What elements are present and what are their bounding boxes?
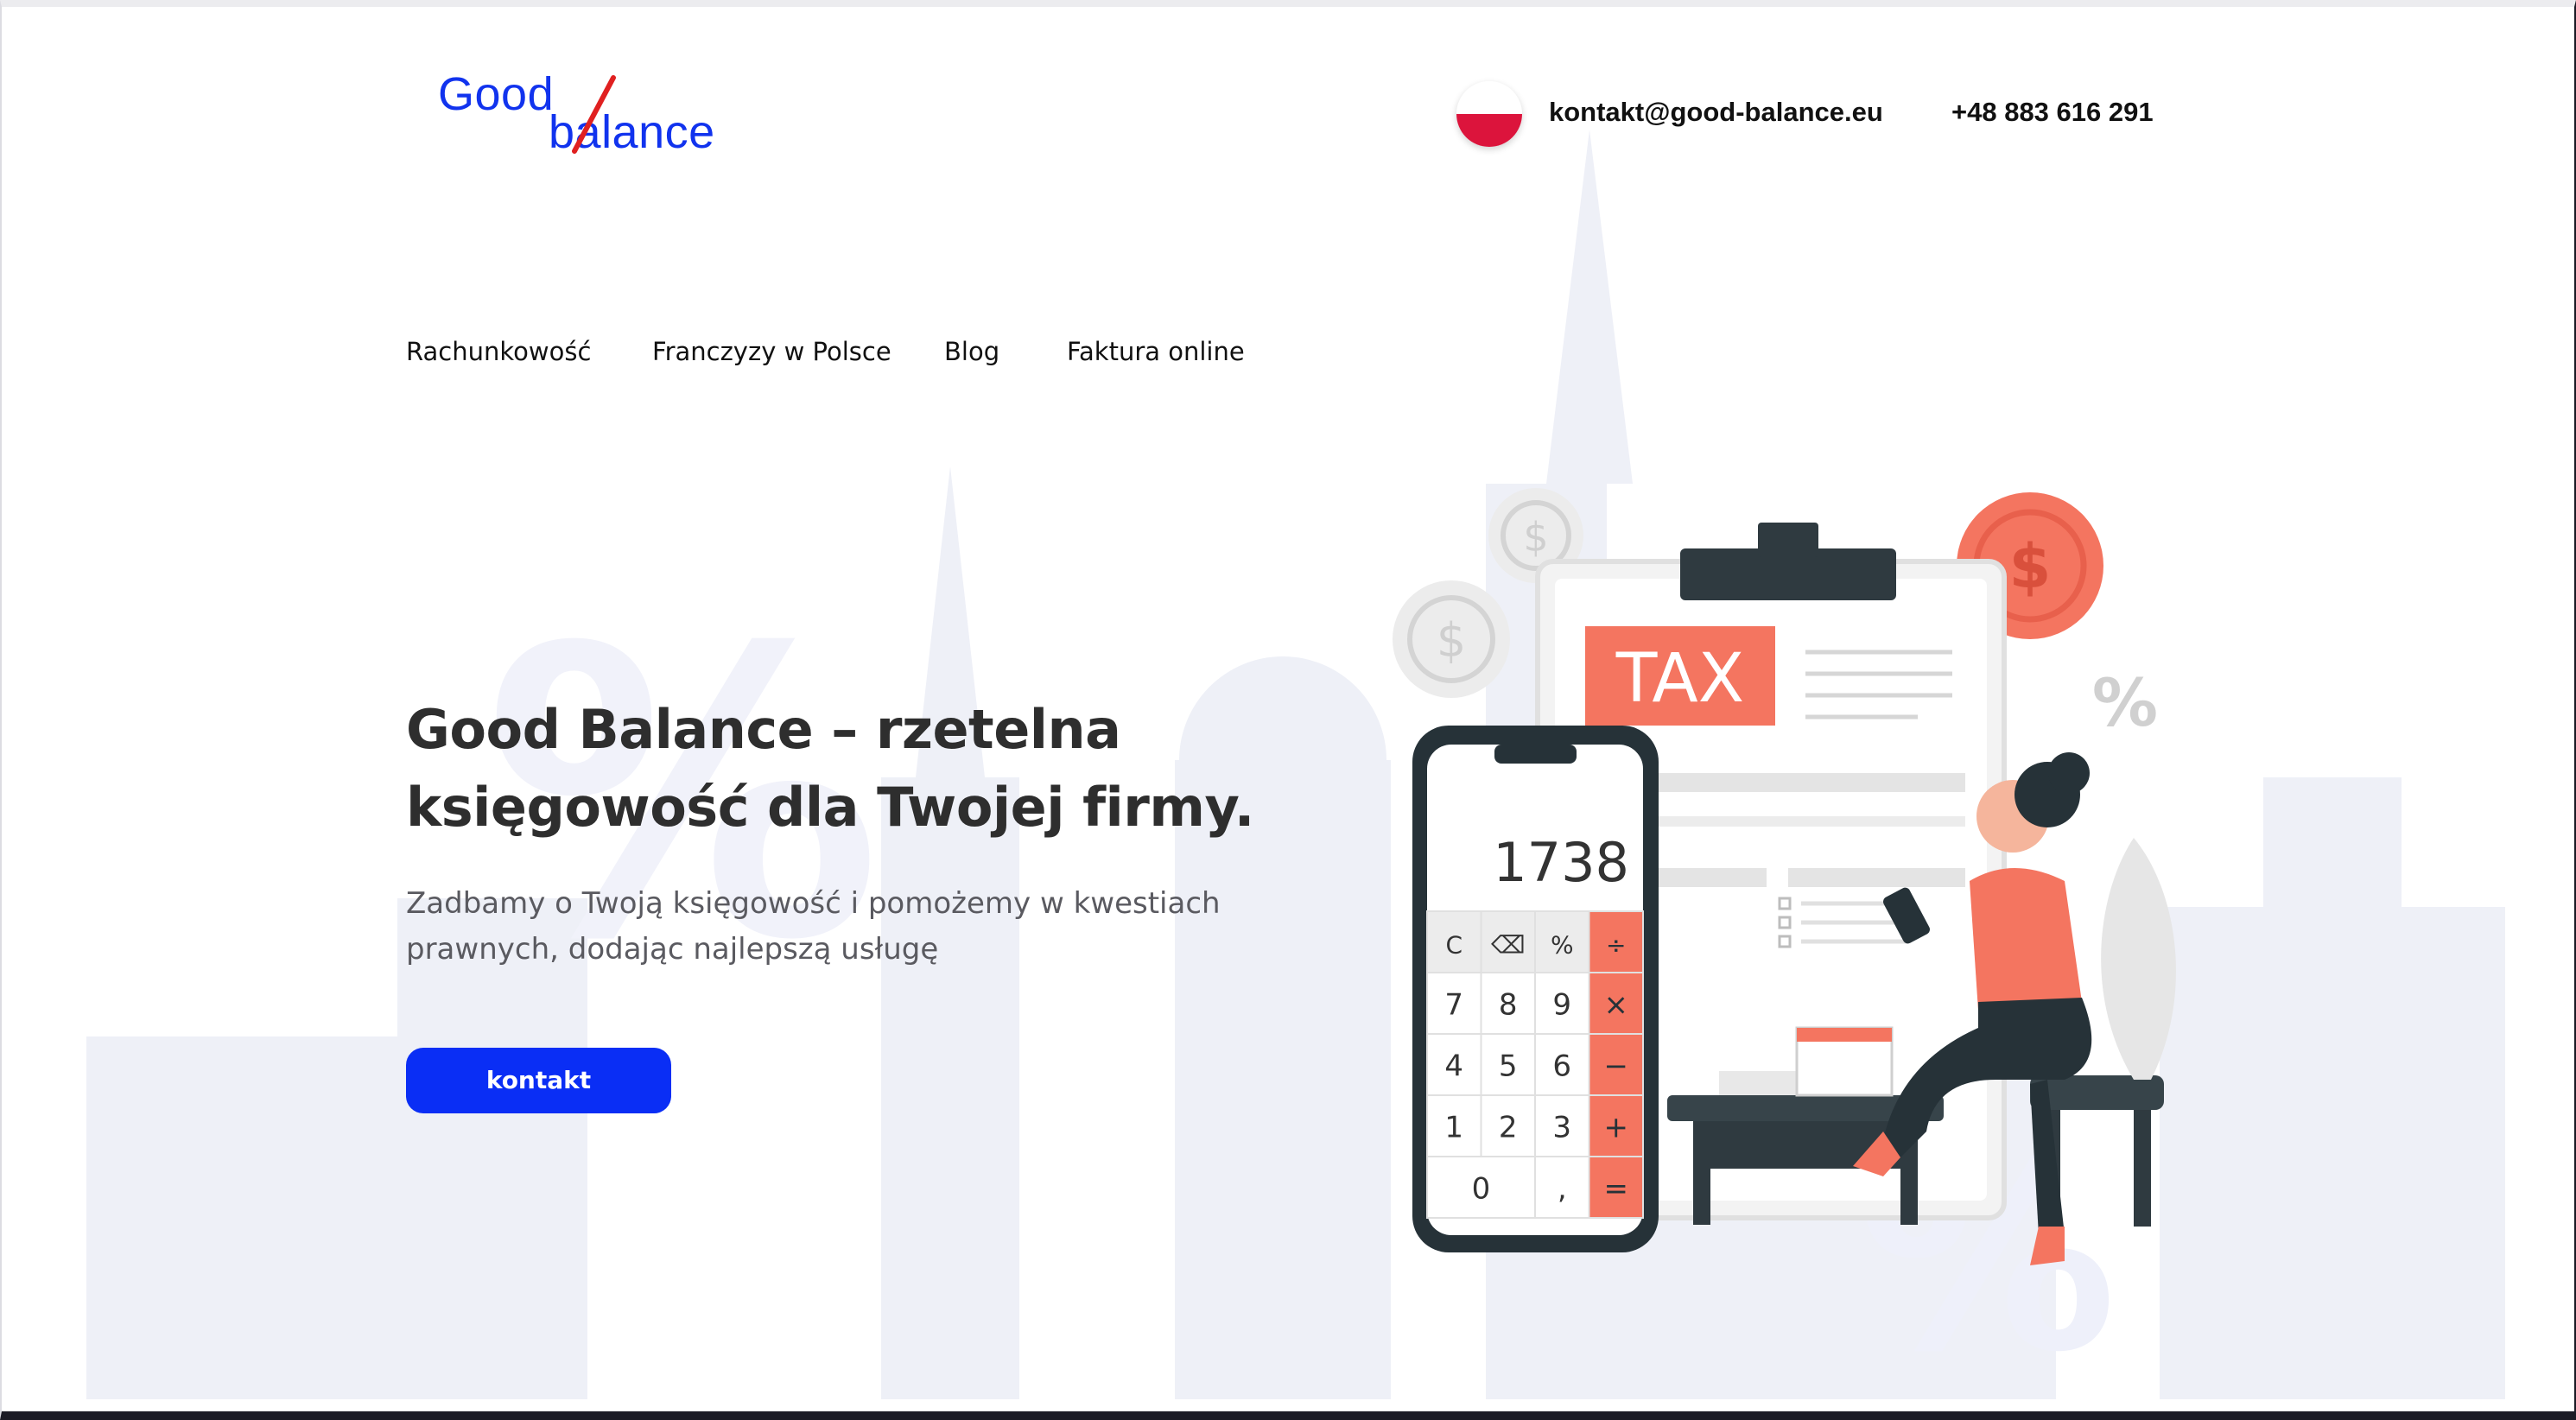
hero-title-line-1: Good Balance – rzetelna [406,698,1121,761]
nav-item-blog[interactable]: Blog [944,337,999,366]
svg-text:$: $ [2009,531,2052,602]
calculator-key-label: ⌫ [1490,931,1526,960]
hero-title-line-2: księgowość dla Twojej firmy. [406,776,1254,839]
good-balance-logo[interactable]: Good balance [436,60,730,164]
calculator-key-label: 8 [1499,988,1518,1023]
svg-text:$: $ [1523,514,1548,561]
calculator-key-label: 2 [1499,1111,1518,1145]
contact-button[interactable]: kontakt [406,1048,671,1113]
calculator-key-label: 4 [1444,1049,1463,1084]
hero-subtitle-line-2: prawnych, dodając najlepszą usługę [406,932,939,967]
calculator-key-label: − [1604,1049,1629,1084]
calculator-key-label: ÷ [1606,931,1626,960]
nav-item-franczyzy[interactable]: Franczyzy w Polsce [652,337,891,366]
calculator-key-label: × [1604,988,1629,1023]
hero-subtitle-line-1: Zadbamy o Twoją księgowość i pomożemy w … [406,886,1221,921]
email-link[interactable]: kontakt@good-balance.eu [1549,97,1883,128]
calculator-key-label: C [1445,931,1462,960]
poland-flag-icon[interactable] [1456,81,1522,147]
percent-icon: % [2092,664,2158,741]
calculator-key-label: 6 [1552,1049,1571,1084]
calculator-key-label: 0 [1472,1172,1491,1207]
logo-slash-icon [572,75,616,154]
calculator-key-label: 3 [1552,1111,1571,1145]
hero-title: Good Balance – rzetelna księgowość dla T… [406,691,1356,846]
calculator-key-label: + [1604,1111,1629,1145]
nav-item-faktura-online[interactable]: Faktura online [1067,337,1245,366]
calculator-key-label: 9 [1552,988,1571,1023]
svg-text:$: $ [1437,613,1466,668]
hero-subtitle: Zadbamy o Twoją księgowość i pomożemy w … [406,881,1270,973]
nav-item-rachunkowosc[interactable]: Rachunkowość [406,337,591,366]
calculator-key-label: , [1558,1172,1567,1207]
calculator-key-label: 7 [1444,988,1463,1023]
calculator-display: 1738 [1493,831,1629,894]
calculator-key-label: 1 [1444,1111,1463,1145]
calculator-key-label: 5 [1499,1049,1518,1084]
tax-calculator-illustration: $ $ $ % TAX 1 738 C ⌫ % ÷7 8 9 ×4 5 6 −1 … [1393,488,2176,1265]
phone-link[interactable]: +48 883 616 291 [1951,97,2154,128]
svg-text:TAX: TAX [1615,640,1744,718]
calculator-key-label: % [1551,931,1574,960]
calculator-key-label: = [1604,1172,1629,1207]
